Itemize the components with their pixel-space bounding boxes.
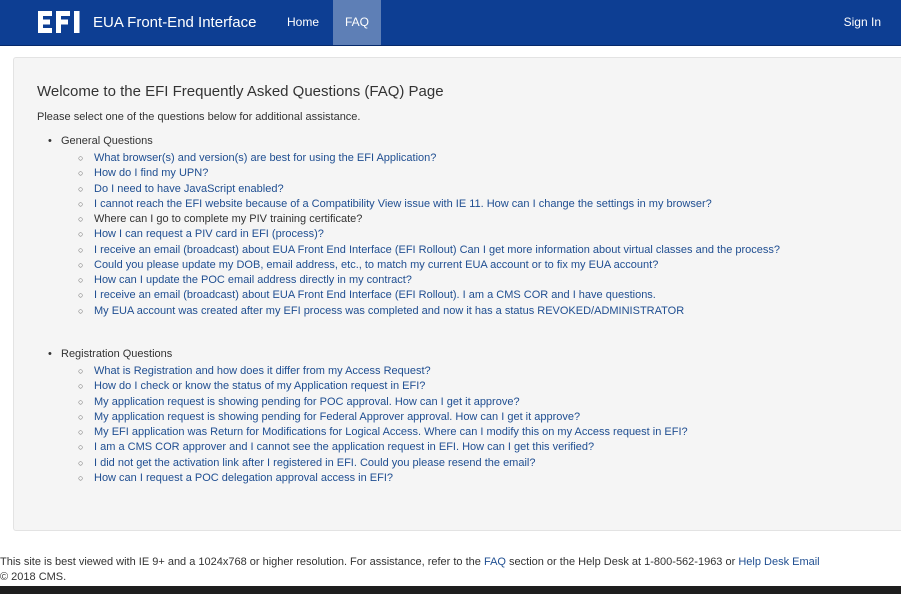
list-item: ○ Do I need to have JavaScript enabled? [78, 182, 780, 197]
faq-question-link[interactable]: I receive an email (broadcast) about EUA… [94, 244, 780, 256]
list-item: ○ What browser(s) and version(s) are best… [78, 151, 780, 166]
list-item: ○ My application request is showing pendi… [78, 410, 688, 425]
brand-name[interactable]: EUA Front-End Interface [93, 0, 256, 45]
faq-question-link[interactable]: What browser(s) and version(s) are best … [94, 152, 436, 164]
list-item: ○ I cannot reach the EFI website because … [78, 197, 780, 212]
list-item: ○ Where can I go to complete my PIV train… [78, 212, 780, 227]
circle-bullet-icon: ○ [78, 229, 84, 240]
list-item: ○ Could you please update my DOB, email a… [78, 258, 780, 273]
circle-bullet-icon: ○ [78, 381, 84, 392]
page-title: Welcome to the EFI Frequently Asked Ques… [37, 83, 444, 100]
faq-question-link[interactable]: My EUA account was created after my EFI … [94, 305, 684, 317]
faq-question-link[interactable]: Could you please update my DOB, email ad… [94, 259, 658, 271]
footer-faq-link[interactable]: FAQ [484, 556, 506, 568]
faq-question-link[interactable]: How I can request a PIV card in EFI (pro… [94, 228, 324, 240]
list-item: ○ My application request is showing pendi… [78, 395, 688, 410]
general-questions-title: General Questions [61, 135, 153, 147]
footer-text: This site is best viewed with IE 9+ and … [0, 555, 901, 569]
browser-viewport: EUA Front-End Interface Home FAQ Sign In… [0, 0, 901, 586]
circle-bullet-icon: ○ [78, 183, 84, 194]
faq-question-link[interactable]: How can I update the POC email address d… [94, 274, 412, 286]
registration-questions-list: ○ What is Registration and how does it di… [78, 364, 688, 486]
sign-in-link[interactable]: Sign In [832, 0, 893, 45]
faq-question-link[interactable]: How can I request a POC delegation appro… [94, 472, 393, 484]
list-item: ○ I am a CMS COR approver and I cannot se… [78, 440, 688, 455]
circle-bullet-icon: ○ [78, 214, 84, 224]
bullet-icon: • [48, 348, 52, 360]
list-item: ○ How do I check or know the status of my… [78, 379, 688, 394]
footer-text-part: This site is best viewed with IE 9+ and … [0, 556, 484, 568]
bullet-icon: • [48, 135, 52, 147]
list-item: ○ What is Registration and how does it di… [78, 364, 688, 379]
top-navbar: EUA Front-End Interface Home FAQ Sign In [0, 0, 901, 46]
faq-question-link[interactable]: How do I check or know the status of my … [94, 380, 425, 392]
list-item: ○ I receive an email (broadcast) about EU… [78, 243, 780, 258]
circle-bullet-icon: ○ [78, 259, 84, 270]
faq-question-link[interactable]: I am a CMS COR approver and I cannot see… [94, 441, 594, 453]
circle-bullet-icon: ○ [78, 168, 84, 179]
circle-bullet-icon: ○ [78, 153, 84, 163]
list-item: ○ How can I update the POC email address … [78, 273, 780, 288]
window-shadow [0, 586, 901, 594]
list-item: ○ My EUA account was created after my EFI… [78, 304, 780, 319]
faq-question-text: Where can I go to complete my PIV traini… [94, 213, 363, 225]
faq-question-link[interactable]: How do I find my UPN? [94, 167, 208, 179]
faq-question-link[interactable]: My application request is showing pendin… [94, 396, 520, 408]
nav-home-link[interactable]: Home [275, 0, 331, 45]
nav-faq-link[interactable]: FAQ [333, 0, 381, 45]
faq-question-link[interactable]: What is Registration and how does it dif… [94, 365, 431, 377]
list-item: ○ How do I find my UPN? [78, 166, 780, 181]
circle-bullet-icon: ○ [78, 305, 84, 316]
circle-bullet-icon: ○ [78, 472, 84, 483]
circle-bullet-icon: ○ [78, 244, 84, 255]
efi-logo[interactable] [38, 7, 84, 37]
list-item: ○ I receive an email (broadcast) about EU… [78, 288, 780, 303]
circle-bullet-icon: ○ [78, 457, 84, 468]
list-item: ○ I did not get the activation link after… [78, 456, 688, 471]
general-questions-list: ○ What browser(s) and version(s) are best… [78, 151, 780, 319]
circle-bullet-icon: ○ [78, 366, 84, 376]
list-item: ○ How can I request a POC delegation appr… [78, 471, 688, 486]
faq-question-link[interactable]: My EFI application was Return for Modifi… [94, 426, 688, 438]
faq-question-link[interactable]: I cannot reach the EFI website because o… [94, 198, 712, 210]
help-desk-email-link[interactable]: Help Desk Email [738, 556, 819, 568]
footer-text-part: section or the Help Desk at 1-800-562-19… [505, 556, 739, 568]
list-item: ○ My EFI application was Return for Modif… [78, 425, 688, 440]
copyright: © 2018 CMS. [0, 571, 67, 583]
circle-bullet-icon: ○ [78, 275, 84, 285]
circle-bullet-icon: ○ [78, 442, 84, 453]
circle-bullet-icon: ○ [78, 411, 84, 422]
page-intro: Please select one of the questions below… [37, 111, 361, 123]
circle-bullet-icon: ○ [78, 396, 84, 407]
list-item: ○ How I can request a PIV card in EFI (pr… [78, 227, 780, 242]
registration-questions-title: Registration Questions [61, 348, 173, 360]
circle-bullet-icon: ○ [78, 198, 84, 209]
circle-bullet-icon: ○ [78, 427, 84, 437]
faq-question-link[interactable]: I did not get the activation link after … [94, 457, 535, 469]
faq-question-link[interactable]: My application request is showing pendin… [94, 411, 580, 423]
faq-question-link[interactable]: Do I need to have JavaScript enabled? [94, 183, 284, 195]
faq-question-link[interactable]: I receive an email (broadcast) about EUA… [94, 289, 656, 301]
circle-bullet-icon: ○ [78, 290, 84, 301]
efi-logo-icon [38, 11, 80, 33]
